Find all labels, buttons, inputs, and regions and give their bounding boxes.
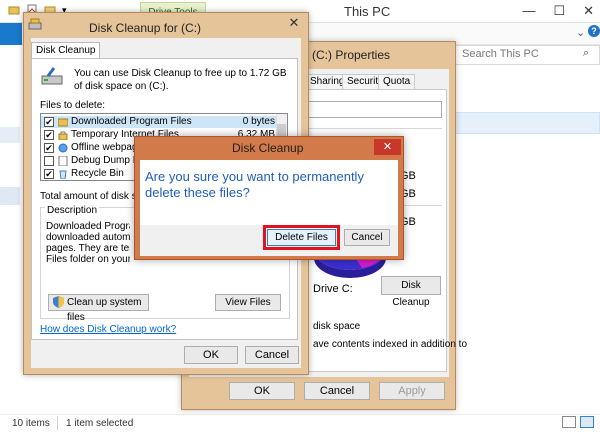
index-drive-checkbox-label[interactable]: ave contents indexed in addition to	[313, 339, 467, 350]
confirm-message: Are you sure you want to permanently del…	[145, 169, 364, 200]
file-tab[interactable]	[0, 23, 22, 45]
nav-pane-item[interactable]	[0, 127, 20, 143]
file-category-name: Recycle Bin	[71, 168, 124, 179]
folder-icon[interactable]	[8, 4, 20, 16]
how-disk-cleanup-works-link[interactable]: How does Disk Cleanup work?	[40, 324, 176, 335]
disk-cleanup-ok-button[interactable]: OK	[184, 346, 238, 364]
delete-files-button[interactable]: Delete Files	[267, 229, 336, 246]
status-divider	[57, 416, 58, 430]
search-icon[interactable]: ⌕	[583, 47, 589, 60]
confirm-dialog-title: Disk Cleanup	[232, 141, 304, 155]
description-line: Files folder on your hard	[46, 254, 130, 265]
file-category-size: 0 bytes	[242, 116, 275, 127]
properties-apply-button[interactable]: Apply	[379, 382, 445, 400]
checkbox[interactable]	[44, 156, 54, 166]
large-icons-view-icon[interactable]	[580, 416, 594, 428]
view-files-button[interactable]: View Files	[215, 294, 281, 311]
disk-cleanup-window-title: Disk Cleanup for (C:)	[89, 21, 202, 35]
explorer-window-title: This PC	[344, 4, 391, 19]
file-category-name: Downloaded Program Files	[71, 116, 192, 127]
description-line: Downloaded Program F	[46, 221, 130, 232]
compress-drive-checkbox-label[interactable]: disk space	[313, 321, 360, 332]
disk-cleanup-cancel-button[interactable]: Cancel	[245, 346, 299, 364]
file-icon	[58, 155, 68, 167]
status-item-count: 10 items	[12, 418, 50, 429]
drive-label: Drive C:	[313, 283, 353, 295]
nav-pane-item[interactable]	[0, 187, 20, 205]
webpage-icon	[58, 143, 68, 153]
properties-window-title: (C:) Properties	[312, 48, 391, 62]
description-text: Downloaded Program F downloaded automati…	[46, 221, 130, 265]
chevron-down-icon[interactable]: ⌄	[576, 26, 585, 39]
window-controls: — ☐ ✕	[522, 3, 594, 19]
tab-disk-cleanup[interactable]: Disk Cleanup	[31, 42, 101, 59]
folder-icon	[57, 117, 69, 127]
disk-cleanup-button[interactable]: Disk Cleanup	[381, 276, 441, 308]
confirm-cancel-button[interactable]: Cancel	[344, 229, 390, 246]
drive-name-field[interactable]	[300, 101, 442, 118]
close-icon[interactable]: ✕	[283, 14, 305, 32]
maximize-button[interactable]: ☐	[553, 3, 565, 19]
tab-quota[interactable]: Quota	[378, 74, 416, 90]
search-placeholder: Search This PC	[462, 48, 539, 60]
recycle-bin-icon	[58, 169, 68, 180]
checkbox[interactable]: ✔	[44, 143, 54, 153]
separator	[300, 128, 442, 129]
help-icon[interactable]: ?	[588, 25, 600, 37]
checkbox[interactable]: ✔	[44, 169, 54, 179]
properties-cancel-button[interactable]: Cancel	[304, 382, 370, 400]
view-switcher	[562, 416, 594, 428]
details-view-icon[interactable]	[562, 416, 576, 428]
minimize-button[interactable]: —	[522, 3, 535, 19]
description-line: pages. They are tempo	[46, 243, 130, 254]
list-item[interactable]: ✔ Downloaded Program Files 0 bytes	[41, 116, 277, 128]
checkbox[interactable]: ✔	[44, 117, 54, 127]
shield-icon	[53, 296, 64, 308]
files-to-delete-label: Files to delete:	[40, 100, 106, 111]
lock-icon	[58, 130, 68, 141]
disk-cleanup-app-icon	[28, 18, 42, 30]
close-button[interactable]: ✕	[374, 139, 401, 155]
properties-ok-button[interactable]: OK	[229, 382, 295, 400]
drive-broom-icon	[40, 67, 64, 87]
description-line: downloaded automatic	[46, 232, 130, 243]
description-label: Description	[45, 205, 100, 216]
close-button[interactable]: ✕	[583, 3, 594, 19]
disk-cleanup-intro-text: You can use Disk Cleanup to free up to 1…	[74, 68, 287, 92]
checkbox[interactable]: ✔	[44, 130, 54, 140]
status-selected-count: 1 item selected	[66, 418, 134, 429]
